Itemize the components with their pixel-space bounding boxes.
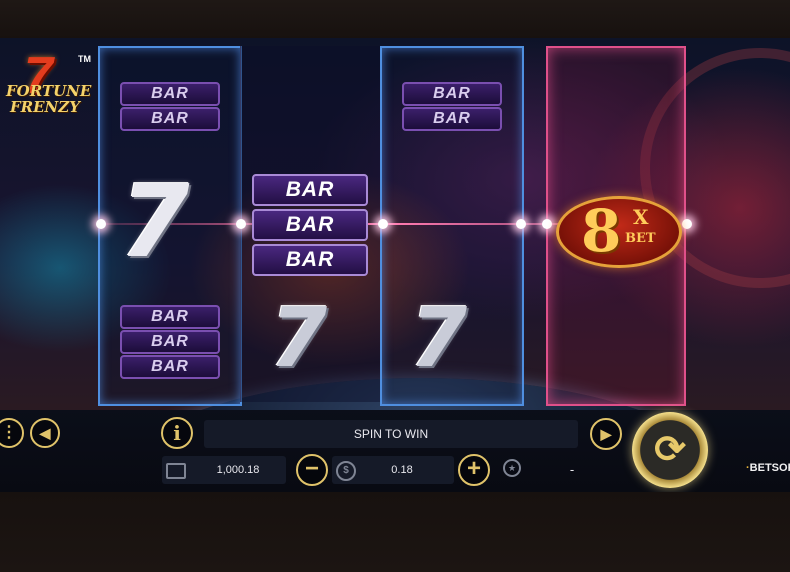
bet-value: 0.18	[391, 464, 413, 476]
win-value: -	[569, 462, 575, 477]
brand-part-b: SOFT	[771, 462, 790, 474]
medal-icon: ★	[503, 459, 521, 477]
bar-symbol: BAR	[120, 355, 220, 379]
bar-symbol: BAR	[120, 82, 220, 106]
multiplier-symbol: 8 X BET	[556, 196, 682, 268]
payline-spark	[542, 219, 552, 229]
bar-symbol: BAR	[120, 330, 220, 354]
sound-icon[interactable]: ◀	[30, 418, 60, 448]
info-icon[interactable]: i	[161, 417, 193, 449]
bet-display: $ 0.18	[332, 456, 454, 484]
spin-button[interactable]: ⟳	[632, 412, 708, 488]
multiplier-x: X	[633, 205, 649, 229]
bar-symbol: BAR	[120, 305, 220, 329]
payline-spark	[682, 219, 692, 229]
multiplier-bet-label: BET	[625, 231, 656, 246]
balance-value: 1,000.18	[216, 464, 260, 476]
bottom-letterbox	[0, 492, 790, 572]
coin-icon: $	[336, 461, 356, 481]
multiplier-value: 8	[581, 197, 622, 265]
bar-symbol: BAR	[120, 107, 220, 131]
balance-display: 1,000.18	[162, 456, 286, 484]
status-message: SPIN TO WIN	[204, 420, 578, 448]
wallet-icon	[166, 463, 186, 479]
bar-symbol: BAR	[252, 174, 368, 206]
bar-symbol: BAR	[252, 209, 368, 241]
seven-symbol: 7	[410, 291, 468, 386]
payline-spark	[378, 219, 388, 229]
decrease-bet-button[interactable]: −	[296, 454, 328, 486]
seven-symbol: 7	[120, 163, 190, 280]
game-logo: 7 TM FORTUNE FRENZY	[2, 47, 94, 122]
payline-spark	[516, 219, 526, 229]
logo-line-frenzy: FRENZY	[10, 98, 80, 116]
autoplay-icon[interactable]: ▶	[590, 418, 622, 450]
payline-spark	[96, 219, 106, 229]
top-letterbox	[0, 0, 790, 38]
provider-logo: ·BETSOFT	[746, 462, 790, 474]
payline-spark	[236, 219, 246, 229]
bar-symbol: BAR	[402, 107, 502, 131]
bar-symbol: BAR	[402, 82, 502, 106]
seven-symbol: 7	[270, 291, 328, 386]
increase-bet-button[interactable]: +	[458, 454, 490, 486]
brand-part-a: BET	[749, 462, 772, 474]
bar-symbol: BAR	[252, 244, 368, 276]
logo-trademark: TM	[78, 54, 91, 64]
